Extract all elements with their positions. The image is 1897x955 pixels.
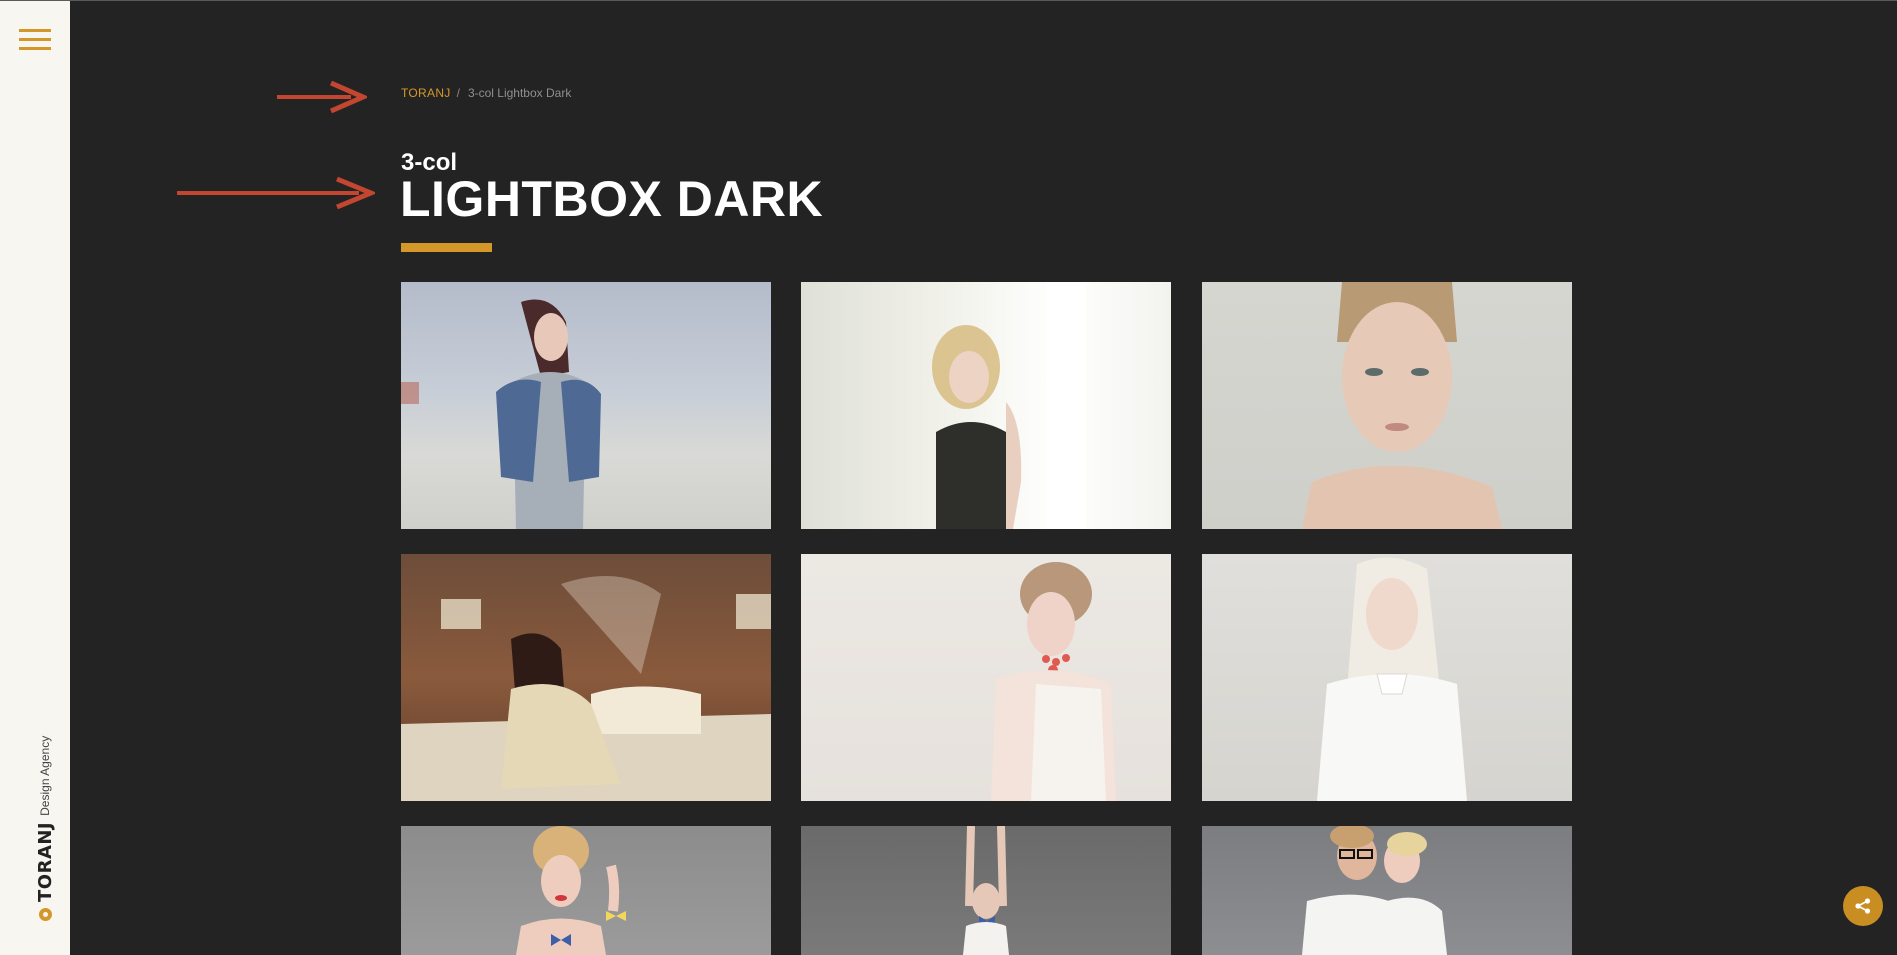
breadcrumb: TORANJ / 3-col Lightbox Dark — [401, 86, 571, 100]
share-icon — [1855, 898, 1871, 914]
gallery-item[interactable] — [401, 826, 771, 955]
photo-closeup-portrait — [1302, 282, 1502, 529]
photo-couple-tshirts — [1302, 826, 1447, 955]
breadcrumb-separator: / — [456, 86, 460, 100]
toranj-logo-icon — [38, 908, 52, 921]
photo-woman-bowties — [516, 826, 626, 955]
hamburger-menu-button[interactable] — [19, 29, 51, 51]
share-button[interactable] — [1843, 886, 1883, 926]
hamburger-line — [19, 29, 51, 32]
gallery-item[interactable] — [401, 282, 771, 529]
brand-logo[interactable]: TORANJ Design Agency — [34, 731, 56, 921]
gallery-item[interactable] — [801, 826, 1171, 955]
title-underline — [401, 243, 492, 252]
photo-woman-bed — [401, 576, 771, 801]
gallery-item[interactable] — [1202, 282, 1572, 529]
brand-tagline: Design Agency — [38, 735, 52, 816]
photo-woman-curls — [932, 282, 1086, 529]
annotation-arrow-breadcrumb — [277, 80, 367, 114]
hamburger-line — [19, 38, 51, 41]
brand-name: TORANJ — [34, 821, 56, 902]
breadcrumb-current: 3-col Lightbox Dark — [467, 86, 572, 100]
photo-woman-necklace — [991, 562, 1116, 801]
gallery-item[interactable] — [1202, 554, 1572, 801]
gallery-item[interactable] — [801, 554, 1171, 801]
hamburger-line — [19, 47, 51, 50]
breadcrumb-home-link[interactable]: TORANJ — [401, 86, 451, 100]
gallery-item[interactable] — [1202, 826, 1572, 955]
photo-woman-white-shirt — [1317, 557, 1467, 801]
top-border — [0, 0, 1897, 1]
photo-woman-arms-raised — [963, 826, 1009, 955]
annotation-arrow-title — [177, 176, 375, 210]
page-title: LIGHTBOX DARK — [400, 171, 824, 227]
gallery-item[interactable] — [401, 554, 771, 801]
photo-woman-denim — [401, 299, 601, 529]
sidebar: TORANJ Design Agency — [0, 1, 70, 955]
gallery-item[interactable] — [801, 282, 1171, 529]
